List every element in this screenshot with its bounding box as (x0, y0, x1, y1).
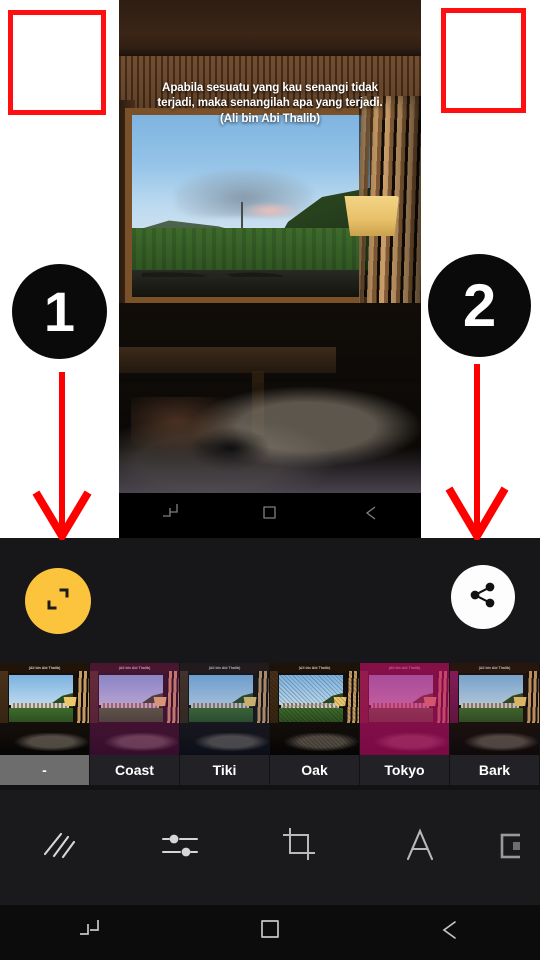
text-a-icon (404, 828, 436, 867)
filter-item-bark[interactable]: (Ali bin Abi Thalib) Bark (450, 663, 539, 785)
quote-line-1: Apabila sesuatu yang kau senangi tidak (162, 81, 378, 94)
filter-item-tokyo[interactable]: (Ali bin Abi Thalib) Tokyo (360, 663, 449, 785)
filter-label: Tiki (180, 755, 269, 785)
filter-thumbnail: (Ali bin Abi Thalib) (0, 663, 89, 755)
filter-label: Coast (90, 755, 179, 785)
editor-toolbar (0, 790, 540, 905)
quote-line-2: terjadi, maka senangilah apa yang terjad… (157, 96, 383, 110)
filter-tool-button[interactable] (0, 790, 120, 905)
frame-square-icon (480, 828, 530, 867)
filter-item-none[interactable]: (Ali bin Abi Thalib) - (0, 663, 89, 785)
sill-objects (141, 262, 299, 277)
filter-label: Oak (270, 755, 359, 785)
sliders-icon (161, 830, 199, 865)
crop-icon (282, 827, 318, 868)
home-square-icon[interactable] (258, 918, 282, 947)
table (119, 347, 337, 373)
filter-label: Tokyo (360, 755, 449, 785)
frame-tool-button[interactable] (480, 790, 540, 905)
filter-label: Bark (450, 755, 539, 785)
expand-fullscreen-icon (45, 586, 71, 617)
diagonal-lines-icon (41, 828, 79, 867)
home-square-icon[interactable] (262, 505, 279, 527)
filter-thumbnail: (Ali bin Abi Thalib) (90, 663, 179, 755)
pink-cloud (241, 202, 299, 219)
inner-android-navbar (119, 493, 421, 538)
bottom-letterbox-fade (119, 447, 421, 493)
filter-thumbnail: (Ali bin Abi Thalib) (450, 663, 539, 755)
adjust-tool-button[interactable] (120, 790, 240, 905)
filter-item-coast[interactable]: (Ali bin Abi Thalib) Coast (90, 663, 179, 785)
share-icon (469, 581, 497, 614)
filter-strip[interactable]: (Ali bin Abi Thalib) - (Ali bin Abi Thal… (0, 663, 540, 785)
filter-thumbnail: (Ali bin Abi Thalib) (180, 663, 269, 755)
share-button[interactable] (451, 565, 515, 629)
android-navbar (0, 905, 540, 960)
filter-label: - (0, 755, 89, 785)
step-arrow-2 (445, 364, 509, 540)
text-tool-button[interactable] (360, 790, 480, 905)
filter-thumbnail: (Ali bin Abi Thalib) (270, 663, 359, 755)
inner-phone-screenshot: Apabila sesuatu yang kau senangi tidak t… (119, 0, 421, 538)
recents-icon[interactable] (161, 504, 179, 527)
filter-thumbnail: (Ali bin Abi Thalib) (360, 663, 449, 755)
ceiling-region (119, 0, 421, 62)
step-arrow-1 (32, 372, 92, 540)
window-frame (125, 108, 377, 304)
highlight-box-expand-button (8, 10, 106, 115)
back-arrow-icon[interactable] (437, 918, 463, 947)
back-arrow-icon[interactable] (362, 504, 380, 527)
quote-line-3: (Ali bin Abi Thalib) (220, 111, 320, 125)
step-badge-1: 1 (12, 264, 107, 359)
filter-item-oak[interactable]: (Ali bin Abi Thalib) Oak (270, 663, 359, 785)
lampshade (344, 196, 399, 236)
quote-overlay-text: Apabila sesuatu yang kau senangi tidak t… (119, 80, 421, 126)
highlight-box-share-button (441, 8, 526, 113)
expand-fullscreen-button[interactable] (25, 568, 91, 634)
crop-tool-button[interactable] (240, 790, 360, 905)
step-badge-2: 2 (428, 254, 531, 357)
recents-icon[interactable] (77, 918, 103, 947)
filter-item-tiki[interactable]: (Ali bin Abi Thalib) Tiki (180, 663, 269, 785)
photo-preview[interactable]: Apabila sesuatu yang kau senangi tidak t… (119, 0, 421, 493)
